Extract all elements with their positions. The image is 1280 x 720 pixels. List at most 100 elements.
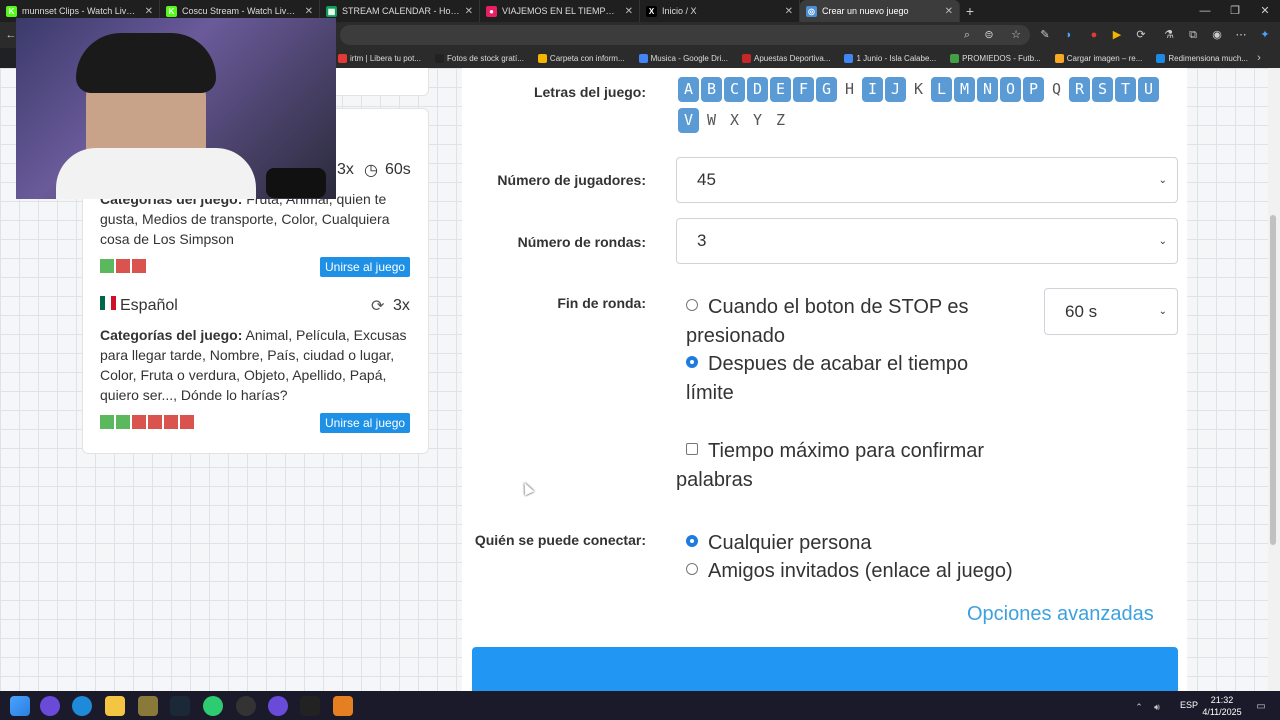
file-explorer-icon[interactable] [105,696,125,716]
profile-avatar-icon[interactable]: ◉ [1208,26,1226,44]
players-select[interactable]: 45 ⌄ [676,157,1178,203]
clock-icon: ◷ [364,162,378,179]
letter-toggle-y[interactable]: Y [747,108,768,133]
letter-toggle-p[interactable]: P [1023,77,1044,102]
close-window-icon[interactable]: ✕ [1250,0,1280,22]
volume-icon[interactable]: 🔊︎ [1148,698,1166,716]
letter-toggle-f[interactable]: F [793,77,814,102]
join-game-button[interactable]: Unirse al juego [320,257,411,277]
letter-toggle-w[interactable]: W [701,108,722,133]
bookmark-item[interactable]: Carpeta con inform... [537,53,625,63]
notification-extension-icon[interactable]: ● [1085,26,1103,44]
tools-icon[interactable]: ⚗ [1160,26,1178,44]
time-limit-select[interactable]: 60 s ⌄ [1044,288,1178,335]
letter-toggle-n[interactable]: N [977,77,998,102]
browser-tab[interactable]: ● VIAJEMOS EN EL TIEMPO # ✕ [480,0,640,22]
letter-toggle-t[interactable]: T [1115,77,1136,102]
bookmark-item[interactable]: irtm | Libera tu pot... [338,53,421,63]
bookmark-item[interactable]: Musica - Google Dri... [638,53,728,63]
close-tab-icon[interactable]: ✕ [785,6,793,17]
copilot-taskbar-icon[interactable] [40,696,60,716]
letter-toggle-g[interactable]: G [816,77,837,102]
letter-toggle-d[interactable]: D [747,77,768,102]
close-tab-icon[interactable]: ✕ [465,6,473,17]
start-icon[interactable] [10,696,30,716]
tray-overflow-icon[interactable]: ⌃ [1130,698,1148,716]
tab-title: Inicio / X [662,6,697,16]
puzzle-icon[interactable]: ⟳ [1132,26,1150,44]
address-bar[interactable] [340,25,1030,45]
app-taskbar-icon[interactable] [138,696,158,716]
letter-toggle-m[interactable]: M [954,77,975,102]
share-icon[interactable]: ⊜ [980,26,998,44]
scrollbar-thumb[interactable] [1270,215,1276,545]
who-option-anyone[interactable]: Cualquier persona [686,529,1086,558]
close-tab-icon[interactable]: ✕ [145,6,153,17]
collections-icon[interactable]: ⧉ [1184,26,1202,44]
menu-icon[interactable]: ⋯ [1232,26,1250,44]
radio-button[interactable] [686,563,698,575]
letter-toggle-j[interactable]: J [885,77,906,102]
letter-toggle-q[interactable]: Q [1046,77,1067,102]
letter-toggle-l[interactable]: L [931,77,952,102]
letter-toggle-s[interactable]: S [1092,77,1113,102]
bookmark-item[interactable]: Redimensiona much... [1156,53,1248,63]
extension-icon[interactable]: ◗ [1060,26,1078,44]
who-option-friends[interactable]: Amigos invitados (enlace al juego) [686,557,1086,586]
bookmark-item[interactable]: Apuestas Deportiva... [741,53,830,63]
radio-button-selected[interactable] [686,535,698,547]
bookmark-star-icon[interactable]: ☆ [1007,26,1025,44]
create-game-button[interactable] [472,647,1178,691]
language-indicator[interactable]: ESP [1180,700,1198,710]
mm-app-icon[interactable] [300,696,320,716]
close-tab-icon[interactable]: ✕ [305,6,313,17]
letter-toggle-k[interactable]: K [908,77,929,102]
letter-toggle-i[interactable]: I [862,77,883,102]
obs-icon[interactable] [236,696,256,716]
rounds-select[interactable]: 3 ⌄ [676,218,1178,264]
radio-button-selected[interactable] [686,356,698,368]
letter-toggle-a[interactable]: A [678,77,699,102]
minimize-icon[interactable]: — [1190,0,1220,22]
game-launcher-icon[interactable] [333,696,353,716]
letter-toggle-c[interactable]: C [724,77,745,102]
close-tab-icon[interactable]: ✕ [945,6,953,17]
round-end-option-time[interactable]: Despues de acabar el tiempo límite [686,350,1006,408]
zoom-icon[interactable]: ⌕ [958,26,976,44]
letter-toggle-v[interactable]: V [678,108,699,133]
browser-tab[interactable]: X Inicio / X ✕ [640,0,800,22]
notifications-icon[interactable]: ▭ [1252,698,1270,716]
letter-toggle-h[interactable]: H [839,77,860,102]
browser-tab[interactable]: ◎ Crear un nuevo juego ✕ [800,0,960,22]
bookmark-item[interactable]: Cargar imagen – re... [1054,53,1142,63]
checkbox[interactable] [686,443,698,455]
discord-icon[interactable] [268,696,288,716]
join-game-button[interactable]: Unirse al juego [320,413,411,433]
bookmark-item[interactable]: Fotos de stock gratí... [435,53,524,63]
letter-toggle-u[interactable]: U [1138,77,1159,102]
letter-toggle-r[interactable]: R [1069,77,1090,102]
close-tab-icon[interactable]: ✕ [625,6,633,17]
letter-toggle-z[interactable]: Z [770,108,791,133]
advanced-options-link[interactable]: Opciones avanzadas [967,603,1154,626]
browser-tab[interactable]: ▦ STREAM CALENDAR - Hojas de c ✕ [320,0,480,22]
letter-toggle-x[interactable]: X [724,108,745,133]
play-extension-icon[interactable]: ▶ [1108,26,1126,44]
edge-taskbar-icon[interactable] [72,696,92,716]
letter-toggle-o[interactable]: O [1000,77,1021,102]
letter-toggle-e[interactable]: E [770,77,791,102]
radio-button[interactable] [686,299,698,311]
confirm-time-option[interactable]: Tiempo máximo para confirmar palabras [676,437,1006,495]
steam-icon[interactable] [170,696,190,716]
bookmark-item[interactable]: PROMIEDOS - Futb... [950,53,1041,63]
pen-extension-icon[interactable]: ✎ [1036,26,1054,44]
bookmark-item[interactable]: 1 Junio - Isla Calabe... [844,53,936,63]
xbox-icon[interactable] [203,696,223,716]
round-end-option-stop[interactable]: Cuando el boton de STOP es presionado [686,293,1006,351]
system-clock[interactable]: 21:32 4/11/2025 [1198,694,1246,718]
copilot-icon[interactable]: ✦ [1256,26,1274,44]
bookmarks-overflow-icon[interactable]: › [1250,49,1268,67]
letter-toggle-b[interactable]: B [701,77,722,102]
new-tab-button[interactable]: + [960,3,980,19]
maximize-icon[interactable]: ❐ [1220,0,1250,22]
